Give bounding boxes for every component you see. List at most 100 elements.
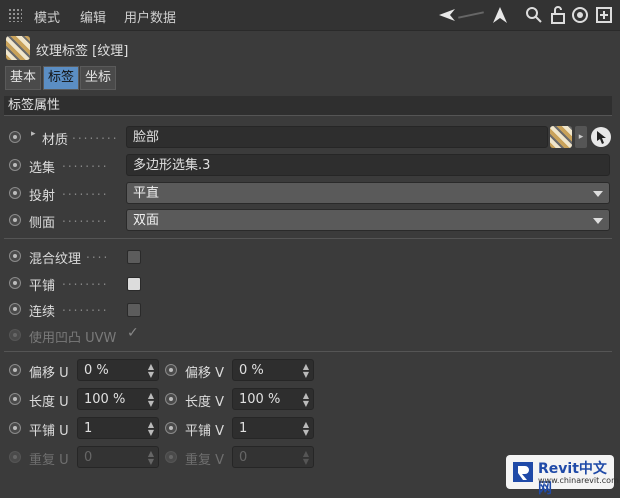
- tab-tag[interactable]: 标签: [43, 66, 80, 90]
- length-v-value: 100 %: [239, 392, 281, 407]
- section-title: 标签属性: [4, 96, 612, 116]
- projection-dots: ........: [62, 184, 109, 198]
- divider: [4, 351, 612, 352]
- tile-dots: ........: [62, 274, 109, 288]
- mix-anim-radio[interactable]: [9, 250, 21, 262]
- projection-anim-radio[interactable]: [9, 187, 21, 199]
- selection-field[interactable]: 多边形选集.3: [126, 154, 610, 176]
- side-dots: ........: [62, 211, 109, 225]
- selection-label: 选集: [29, 161, 56, 176]
- divider: [4, 238, 612, 239]
- tiles-u-label: 平铺 U: [29, 424, 69, 439]
- tile-checkbox[interactable]: [127, 277, 141, 291]
- arrow-left-icon[interactable]: [437, 5, 457, 25]
- spinner-icon[interactable]: ▲ ▼: [303, 363, 309, 379]
- tiles-u-field[interactable]: 1 ▲ ▼: [77, 417, 159, 439]
- projection-label: 投射: [29, 189, 56, 204]
- material-label: 材质: [42, 133, 69, 148]
- mix-dots: ....: [86, 247, 110, 261]
- seamless-dots: ........: [62, 300, 109, 314]
- tiles-u-anim-radio[interactable]: [9, 422, 21, 434]
- repeat-v-field: 0 ▲ ▼: [232, 446, 314, 468]
- repeat-u-field: 0 ▲ ▼: [77, 446, 159, 468]
- new-window-icon[interactable]: [594, 5, 614, 25]
- repeat-v-value: 0: [239, 450, 248, 465]
- length-v-label: 长度 V: [185, 395, 225, 410]
- tiles-u-value: 1: [84, 421, 93, 436]
- bump-uvw-anim-radio: [9, 329, 21, 341]
- length-u-anim-radio[interactable]: [9, 393, 21, 405]
- seamless-label: 连续: [29, 305, 56, 320]
- spinner-icon[interactable]: ▲ ▼: [303, 421, 309, 437]
- material-menu-arrow-icon[interactable]: ▸: [575, 126, 587, 148]
- mix-label: 混合纹理: [29, 252, 82, 267]
- selection-anim-radio[interactable]: [9, 159, 21, 171]
- offset-u-value: 0 %: [84, 363, 109, 378]
- length-u-value: 100 %: [84, 392, 126, 407]
- projection-dropdown[interactable]: 平直: [126, 182, 610, 204]
- revit-r-icon: [513, 462, 533, 482]
- offset-u-field[interactable]: 0 % ▲ ▼: [77, 359, 159, 381]
- projection-value: 平直: [133, 186, 160, 201]
- spinner-icon[interactable]: ▲ ▼: [148, 421, 154, 437]
- length-u-label: 长度 U: [29, 395, 69, 410]
- arrow-up-icon[interactable]: [490, 5, 510, 25]
- offset-v-field[interactable]: 0 % ▲ ▼: [232, 359, 314, 381]
- material-thumbnail-icon[interactable]: [550, 126, 572, 148]
- bump-uvw-label: 使用凹凸 UVW: [29, 331, 117, 346]
- repeat-v-anim-radio: [165, 451, 177, 463]
- length-v-field[interactable]: 100 % ▲ ▼: [232, 388, 314, 410]
- expand-arrow-icon[interactable]: ▸: [31, 129, 36, 139]
- watermark-url: www.chinarevit.com: [538, 476, 619, 485]
- repeat-v-label: 重复 V: [185, 453, 225, 468]
- spinner-icon: ▲ ▼: [147, 449, 154, 466]
- side-dropdown[interactable]: 双面: [126, 209, 610, 231]
- search-icon[interactable]: [524, 5, 544, 25]
- selection-dots: ........: [62, 156, 109, 170]
- offset-u-label: 偏移 U: [29, 366, 69, 381]
- spinner-icon: ▲ ▼: [302, 449, 309, 466]
- tiles-v-anim-radio[interactable]: [165, 422, 177, 434]
- menu-mode[interactable]: 模式: [34, 7, 60, 26]
- material-dots: ........: [72, 128, 119, 142]
- seamless-anim-radio[interactable]: [9, 303, 21, 315]
- tiles-v-value: 1: [239, 421, 248, 436]
- menu-edit[interactable]: 编辑: [80, 7, 106, 26]
- chevron-down-icon: [593, 191, 603, 197]
- tab-coordinates[interactable]: 坐标: [80, 66, 117, 90]
- pick-cursor-icon[interactable]: [591, 127, 611, 147]
- offset-u-anim-radio[interactable]: [9, 364, 21, 376]
- spinner-icon[interactable]: ▲ ▼: [148, 363, 154, 379]
- spinner-icon[interactable]: ▲ ▼: [148, 392, 154, 408]
- length-u-field[interactable]: 100 % ▲ ▼: [77, 388, 159, 410]
- tiles-v-field[interactable]: 1 ▲ ▼: [232, 417, 314, 439]
- repeat-u-label: 重复 U: [29, 453, 69, 468]
- tile-label: 平铺: [29, 279, 56, 294]
- repeat-u-anim-radio: [9, 451, 21, 463]
- object-title: 纹理标签 [纹理]: [36, 44, 129, 59]
- seamless-checkbox[interactable]: [127, 303, 141, 317]
- spinner-icon[interactable]: ▲ ▼: [303, 392, 309, 408]
- tile-anim-radio[interactable]: [9, 277, 21, 289]
- length-v-anim-radio[interactable]: [165, 393, 177, 405]
- bump-uvw-checkmark-icon: ✓: [127, 325, 139, 341]
- grip-icon[interactable]: [8, 8, 22, 22]
- menu-userdata[interactable]: 用户数据: [124, 7, 176, 26]
- tiles-v-label: 平铺 V: [185, 424, 225, 439]
- side-anim-radio[interactable]: [9, 214, 21, 226]
- target-icon[interactable]: [570, 5, 590, 25]
- offset-v-value: 0 %: [239, 363, 264, 378]
- chevron-down-icon: [593, 218, 603, 224]
- side-value: 双面: [133, 213, 160, 228]
- material-field[interactable]: 脸部: [126, 126, 548, 148]
- texture-tag-icon: [6, 36, 30, 60]
- mix-checkbox[interactable]: [127, 250, 141, 264]
- repeat-u-value: 0: [84, 450, 93, 465]
- watermark-logo: Revit中文网 www.chinarevit.com: [506, 455, 619, 497]
- material-anim-radio[interactable]: [9, 131, 21, 143]
- offset-v-anim-radio[interactable]: [165, 364, 177, 376]
- offset-v-label: 偏移 V: [185, 366, 225, 381]
- tab-basic[interactable]: 基本: [5, 66, 42, 90]
- side-label: 侧面: [29, 216, 56, 231]
- lock-icon[interactable]: [548, 5, 568, 25]
